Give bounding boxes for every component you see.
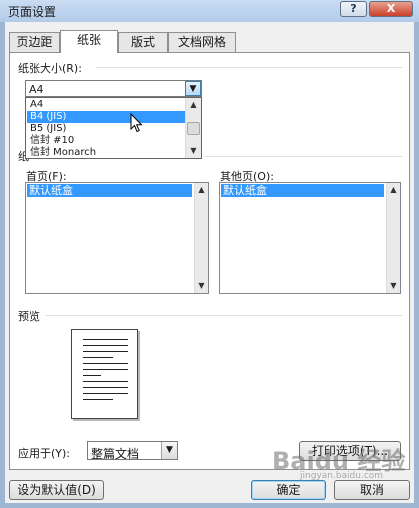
- title-bar: 页面设置 ? X: [0, 0, 419, 22]
- paper-size-combobox[interactable]: A4 ▼: [25, 80, 202, 97]
- mouse-pointer-icon: [130, 113, 143, 133]
- page-preview: [71, 329, 138, 419]
- set-default-button[interactable]: 设为默认值(D): [9, 480, 104, 500]
- print-options-button[interactable]: 打印选项(T)...: [299, 441, 401, 461]
- apply-to-label: 应用于(Y):: [18, 447, 71, 460]
- other-pages-listbox[interactable]: 默认纸盒 ▲ ▼: [219, 182, 401, 294]
- first-page-listbox[interactable]: 默认纸盒 ▲ ▼: [25, 182, 209, 294]
- dropdown-option-b5-jis[interactable]: B5 (JIS): [27, 123, 185, 135]
- scroll-up-icon[interactable]: ▲: [186, 98, 201, 112]
- scroll-down-icon[interactable]: ▼: [186, 144, 201, 158]
- dropdown-option-b4-jis[interactable]: B4 (JIS): [27, 111, 185, 123]
- dropdown-option-a4[interactable]: A4: [27, 99, 185, 111]
- tab-document-grid[interactable]: 文档网格: [168, 32, 236, 52]
- scroll-thumb[interactable]: [187, 122, 200, 135]
- preview-label: 预览: [18, 310, 40, 323]
- chevron-down-icon[interactable]: ▼: [161, 442, 177, 459]
- paper-size-dropdown[interactable]: A4 B4 (JIS) B5 (JIS) 信封 #10 信封 Monarch ▲…: [25, 97, 202, 159]
- list-item[interactable]: 默认纸盒: [221, 184, 384, 197]
- tab-paper[interactable]: 纸张: [60, 30, 118, 53]
- preview-separator: [46, 315, 402, 316]
- scroll-down-icon[interactable]: ▼: [195, 279, 208, 293]
- paper-size-value: A4: [29, 83, 44, 96]
- paper-size-label: 纸张大小(R):: [18, 62, 82, 75]
- close-button[interactable]: X: [369, 1, 413, 17]
- window-title: 页面设置: [8, 5, 57, 19]
- help-button[interactable]: ?: [340, 1, 367, 17]
- scroll-up-icon[interactable]: ▲: [387, 183, 400, 197]
- tab-layout[interactable]: 版式: [118, 32, 168, 52]
- dropdown-scrollbar[interactable]: ▲ ▼: [185, 98, 201, 158]
- paper-source-separator: [205, 156, 402, 157]
- chevron-down-icon[interactable]: ▼: [185, 81, 201, 96]
- tab-margins[interactable]: 页边距: [9, 32, 60, 52]
- other-pages-scrollbar[interactable]: ▲ ▼: [386, 183, 400, 293]
- apply-to-value: 整篇文档: [91, 447, 140, 461]
- dropdown-option-envelope-10[interactable]: 信封 #10: [27, 135, 185, 147]
- ok-button[interactable]: 确定: [251, 480, 326, 500]
- dropdown-option-envelope-monarch[interactable]: 信封 Monarch: [27, 147, 185, 159]
- apply-to-combobox[interactable]: 整篇文档 ▼: [87, 441, 178, 461]
- first-page-scrollbar[interactable]: ▲ ▼: [194, 183, 208, 293]
- scroll-down-icon[interactable]: ▼: [387, 279, 400, 293]
- list-item[interactable]: 默认纸盒: [27, 184, 192, 197]
- scroll-up-icon[interactable]: ▲: [195, 183, 208, 197]
- paper-size-separator: [96, 67, 402, 68]
- cancel-button[interactable]: 取消: [334, 480, 410, 500]
